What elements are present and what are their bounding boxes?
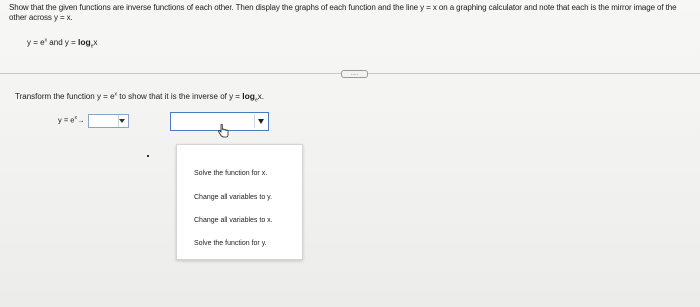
menu-option-solve-for-y[interactable]: Solve the function for y. (194, 240, 267, 247)
given-functions: y = ex and y = logex (27, 37, 98, 50)
step-result-field[interactable] (89, 115, 119, 127)
transform-log-arg: x. (257, 92, 264, 101)
page: Show that the given functions are invers… (0, 0, 700, 307)
function-2-log: log (78, 37, 91, 47)
dropdown-options-menu: Solve the function for x. Change all var… (176, 144, 303, 260)
caret-down-icon[interactable] (258, 119, 264, 124)
transform-log: log (242, 91, 255, 101)
stray-dot (147, 155, 149, 157)
question-instruction: Show that the given functions are invers… (9, 3, 677, 22)
function-2-log-arg: x (93, 38, 98, 47)
transform-prompt: Transform the function y = ex to show th… (15, 91, 264, 104)
step-result-dropdown[interactable] (88, 114, 129, 128)
step-arrow: → (76, 115, 85, 125)
menu-option-solve-for-x[interactable]: Solve the function for x. (194, 170, 267, 177)
transform-prefix: Transform the function y = e (15, 92, 115, 101)
step-expression: y = ex→ (58, 115, 84, 125)
transform-middle: to show that it is the inverse of y = (117, 92, 243, 101)
step-prefix-text: y = e (58, 115, 75, 125)
menu-option-change-to-y[interactable]: Change all variables to y. (194, 194, 272, 201)
caret-down-icon[interactable] (119, 119, 125, 123)
functions-connector: and y = (47, 38, 78, 47)
function-1-prefix: y = e (27, 38, 45, 47)
hand-pointer-icon (218, 124, 229, 138)
menu-option-change-to-x[interactable]: Change all variables to x. (194, 217, 273, 224)
more-button[interactable]: ..... (341, 70, 368, 78)
